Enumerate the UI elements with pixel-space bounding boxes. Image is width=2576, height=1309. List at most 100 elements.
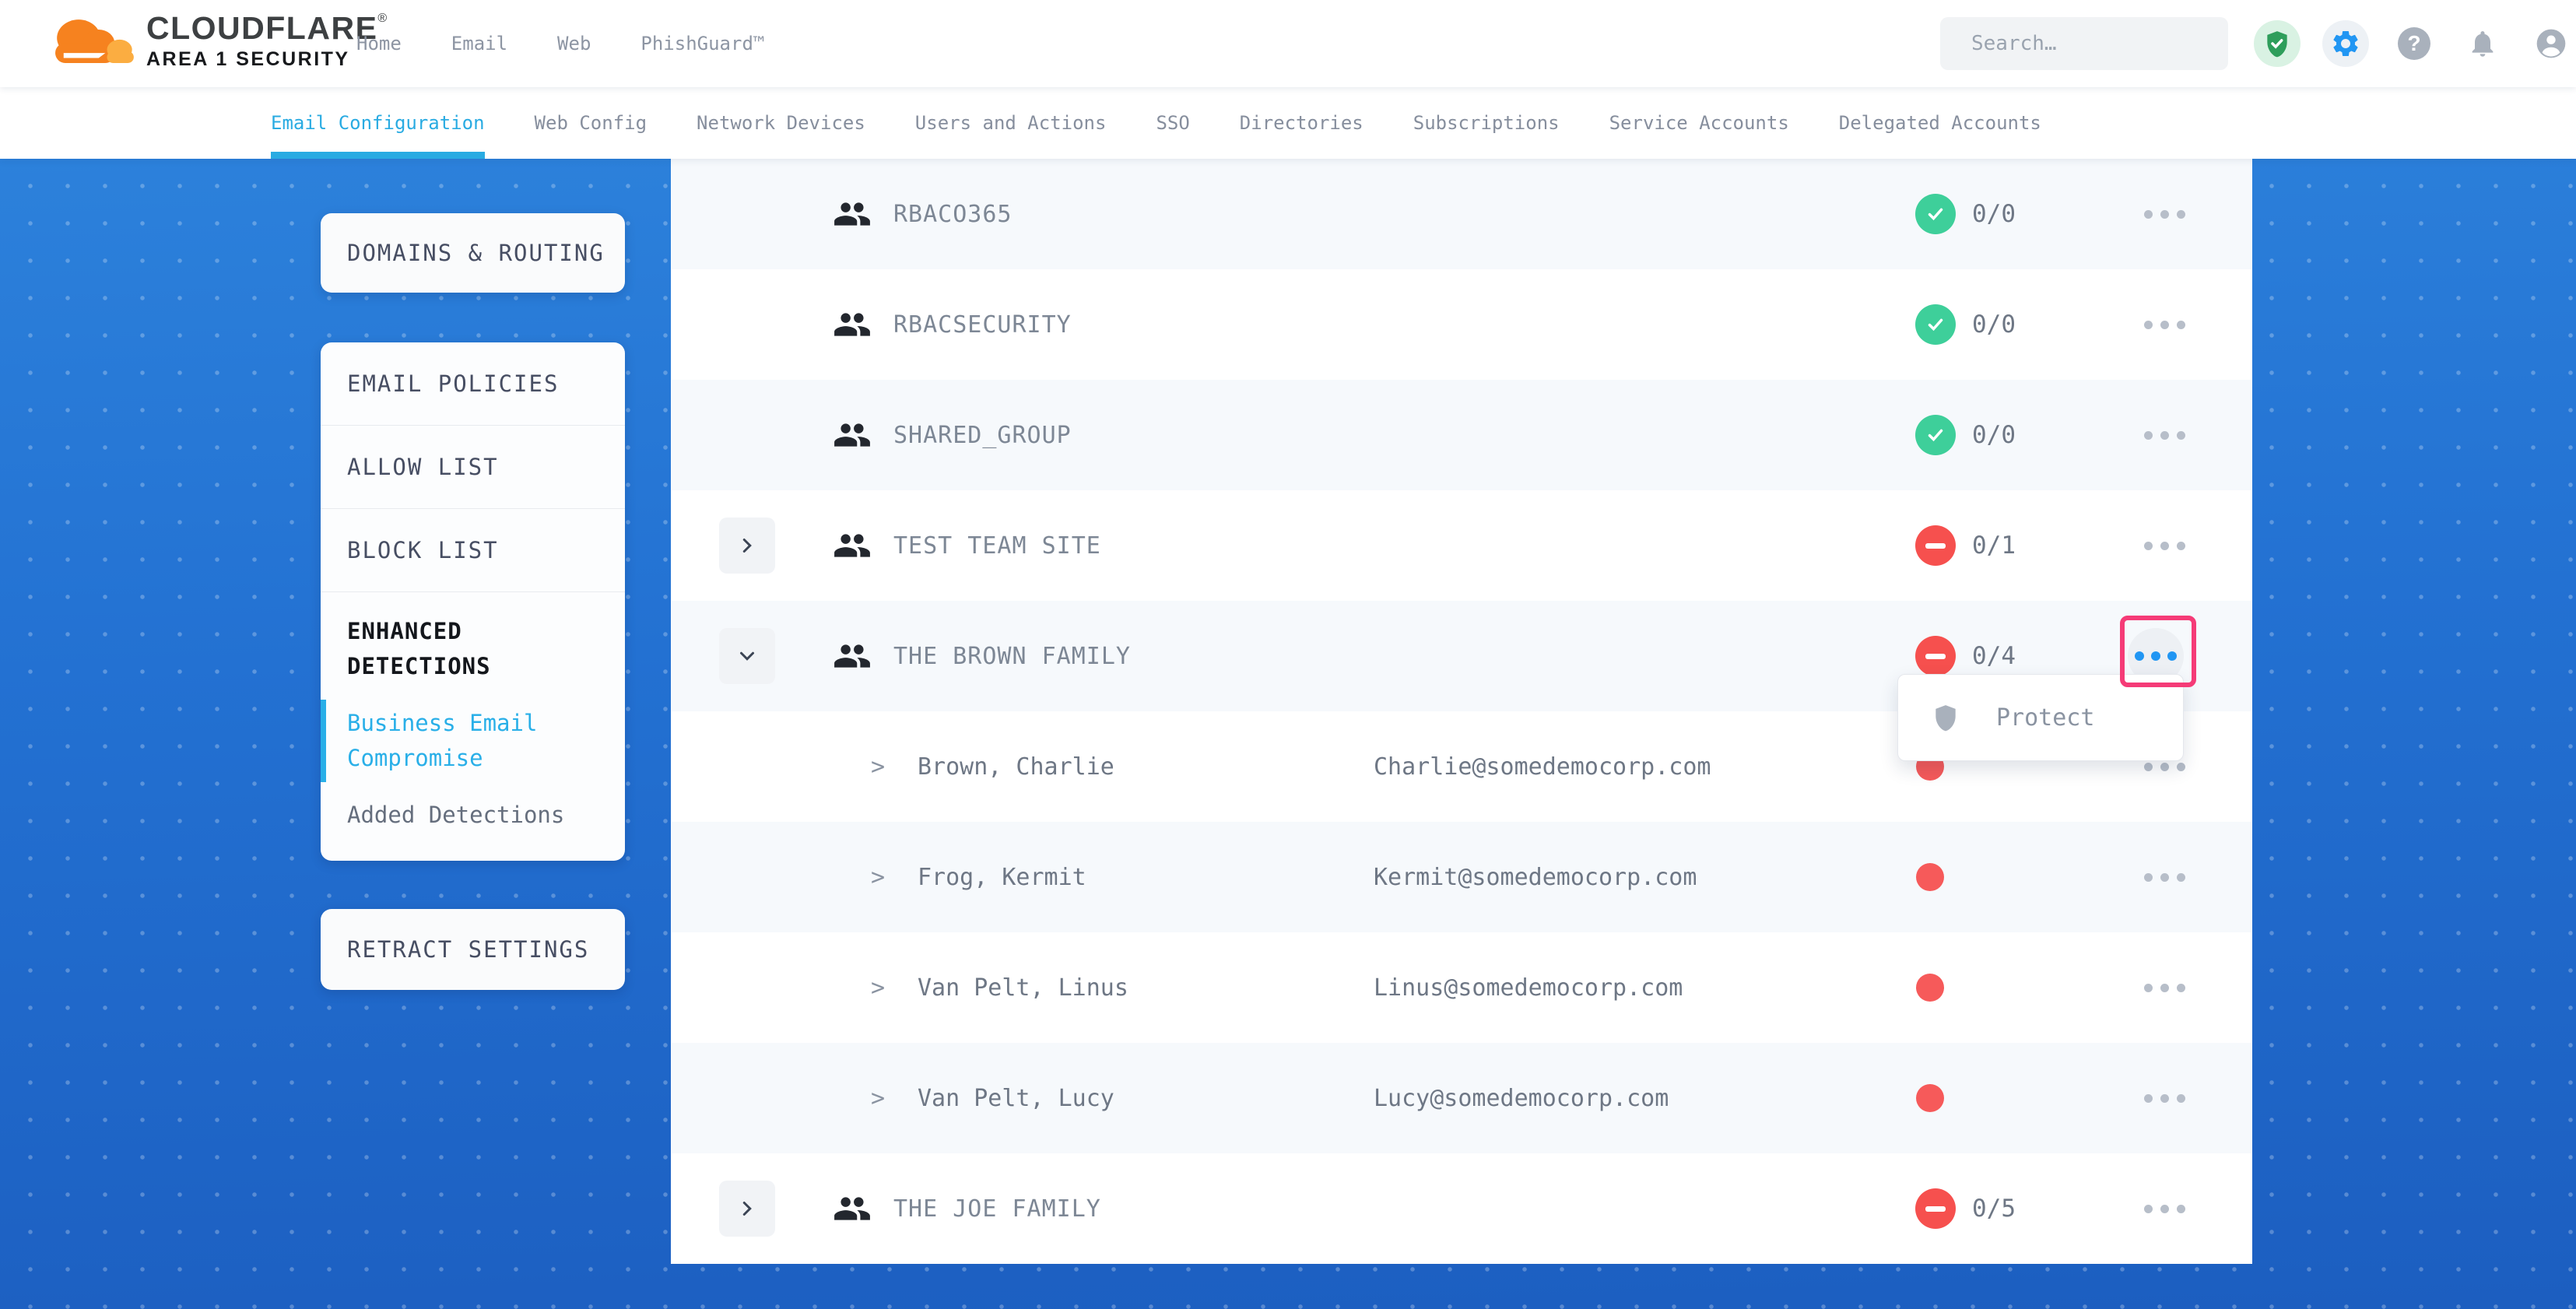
member-caret-icon[interactable]: > (871, 1043, 885, 1153)
group-people-icon (833, 1189, 872, 1228)
search-box[interactable] (1940, 17, 2228, 70)
enhanced-detections-title: ENHANCED DETECTIONS (347, 614, 602, 684)
member-email: Lucy@somedemocorp.com (1374, 1043, 1669, 1153)
area1-security-app: CLOUDFLARE® AREA 1 SECURITY Home Email Web… (0, 0, 2576, 1309)
table-row-group[interactable]: TEST TEAM SITE0/1 (671, 490, 2252, 601)
status-ok-icon (1915, 304, 1956, 345)
tab-sso[interactable]: SSO (1156, 87, 1189, 159)
table-row-member[interactable]: > Van Pelt, Linus Linus@somedemocorp.com (671, 932, 2252, 1043)
group-people-icon (833, 637, 872, 676)
sidebar-item-allow-list[interactable]: ALLOW LIST (321, 426, 625, 508)
status-alert-dot (1916, 974, 1944, 1002)
top-nav-item-home[interactable]: Home (356, 33, 402, 54)
account-avatar-icon[interactable] (2528, 20, 2574, 67)
protected-count: 0/1 (1972, 490, 2016, 601)
member-caret-icon[interactable]: > (871, 711, 885, 822)
tab-service-accounts[interactable]: Service Accounts (1609, 87, 1789, 159)
settings-gear-icon[interactable] (2322, 20, 2369, 67)
brand-name: CLOUDFLARE (146, 10, 377, 46)
status-alert-dot (1916, 863, 1944, 891)
notifications-bell-icon[interactable] (2459, 20, 2506, 67)
search-input[interactable] (1971, 32, 2234, 55)
top-nav: Home Email Web PhishGuard™ (356, 0, 764, 87)
status-alert-icon (1915, 1188, 1956, 1229)
row-menu-button[interactable] (2144, 490, 2185, 601)
member-name: Frog, Kermit (918, 822, 1086, 932)
top-header: CLOUDFLARE® AREA 1 SECURITY Home Email Web… (0, 0, 2576, 87)
member-email: Kermit@somedemocorp.com (1374, 822, 1697, 932)
row-menu-button[interactable] (2144, 1043, 2185, 1153)
group-people-icon (833, 305, 872, 344)
member-name: Brown, Charlie (918, 711, 1114, 822)
status-alert-dot (1916, 1084, 1944, 1112)
status-ok-icon (1915, 194, 1956, 234)
row-actions-menu[interactable]: Protect (1897, 674, 2184, 761)
expand-row-button[interactable] (719, 1181, 775, 1237)
group-people-icon (833, 416, 872, 454)
member-email: Charlie@somedemocorp.com (1374, 711, 1711, 822)
menu-item-protect[interactable]: Protect (1996, 704, 2094, 732)
member-name: Van Pelt, Linus (918, 932, 1128, 1043)
chevron-right-icon (735, 1197, 759, 1220)
sidebar-item-added-detections[interactable]: Added Detections (347, 798, 602, 833)
cloudflare-logo[interactable]: CLOUDFLARE® AREA 1 SECURITY (44, 8, 387, 73)
row-menu-button[interactable] (2144, 269, 2185, 380)
sidebar-item-email-policies[interactable]: EMAIL POLICIES (321, 342, 625, 425)
expand-row-button[interactable] (719, 518, 775, 574)
collapse-row-button[interactable] (719, 628, 775, 684)
member-email: Linus@somedemocorp.com (1374, 932, 1683, 1043)
sidebar-card-email-policies: EMAIL POLICIESALLOW LISTBLOCK LISTENHANC… (321, 342, 625, 861)
status-alert-icon (1915, 636, 1956, 676)
status-ok-icon (1915, 415, 1956, 455)
table-row-group[interactable]: RBACO365 0/0 (671, 159, 2252, 269)
chevron-right-icon (735, 534, 759, 557)
table-row-group[interactable]: THE JOE FAMILY 0/5 (671, 1153, 2252, 1264)
tab-network-devices[interactable]: Network Devices (697, 87, 865, 159)
status-alert-icon (1915, 525, 1956, 566)
table-row-group[interactable]: RBACSECURITY0/0 (671, 269, 2252, 380)
tab-web-config[interactable]: Web Config (535, 87, 648, 159)
member-caret-icon[interactable]: > (871, 822, 885, 932)
cloudflare-cloud-icon (44, 8, 135, 73)
sidebar-card-retract-settings[interactable]: RETRACT SETTINGS (321, 909, 625, 990)
top-nav-item-phishguard-[interactable]: PhishGuard™ (640, 33, 764, 54)
protected-count: 0/0 (1972, 159, 2016, 269)
tab-email-configuration[interactable]: Email Configuration (271, 87, 485, 159)
row-menu-button[interactable] (2144, 932, 2185, 1043)
chevron-down-icon (735, 644, 759, 668)
header-icon-cluster: ? (2254, 0, 2574, 87)
protected-count: 0/5 (1972, 1153, 2016, 1264)
row-menu-button[interactable] (2144, 159, 2185, 269)
group-name: SHARED_GROUP (893, 380, 1072, 490)
table-row-group[interactable]: SHARED_GROUP0/0 (671, 380, 2252, 490)
row-menu-button[interactable] (2144, 1153, 2185, 1264)
retract-settings-label: RETRACT SETTINGS (321, 936, 589, 963)
group-people-icon (833, 526, 872, 565)
top-nav-item-web[interactable]: Web (557, 33, 591, 54)
group-people-icon (833, 195, 872, 233)
row-menu-button[interactable] (2144, 822, 2185, 932)
table-row-member[interactable]: > Van Pelt, Lucy Lucy@somedemocorp.com (671, 1043, 2252, 1153)
tab-users-and-actions[interactable]: Users and Actions (915, 87, 1107, 159)
member-name: Van Pelt, Lucy (918, 1043, 1114, 1153)
tab-delegated-accounts[interactable]: Delegated Accounts (1839, 87, 2041, 159)
domains-routing-label: DOMAINS & ROUTING (321, 240, 605, 266)
protection-status-icon[interactable] (2254, 20, 2301, 67)
brand-tagline: AREA 1 SECURITY (146, 50, 387, 69)
enhanced-detections-section: ENHANCED DETECTIONS Business Email Compro… (321, 592, 625, 833)
group-name: THE JOE FAMILY (893, 1153, 1101, 1264)
group-name: RBACO365 (893, 159, 1013, 269)
member-caret-icon[interactable]: > (871, 932, 885, 1043)
table-row-member[interactable]: > Frog, Kermit Kermit@somedemocorp.com (671, 822, 2252, 932)
tab-directories[interactable]: Directories (1240, 87, 1363, 159)
top-nav-item-email[interactable]: Email (451, 33, 507, 54)
row-menu-button[interactable] (2144, 380, 2185, 490)
sidebar-item-block-list[interactable]: BLOCK LIST (321, 509, 625, 591)
sidebar-item-business-email-compromise[interactable]: Business Email Compromise (347, 706, 602, 776)
tab-subscriptions[interactable]: Subscriptions (1413, 87, 1560, 159)
group-name: THE BROWN FAMILY (893, 601, 1131, 711)
help-icon[interactable]: ? (2391, 20, 2437, 67)
config-subnav: Email Configuration Web Config Network Dev… (0, 87, 2576, 159)
shield-icon (1931, 703, 1960, 732)
sidebar-card-domains-routing[interactable]: DOMAINS & ROUTING (321, 213, 625, 293)
